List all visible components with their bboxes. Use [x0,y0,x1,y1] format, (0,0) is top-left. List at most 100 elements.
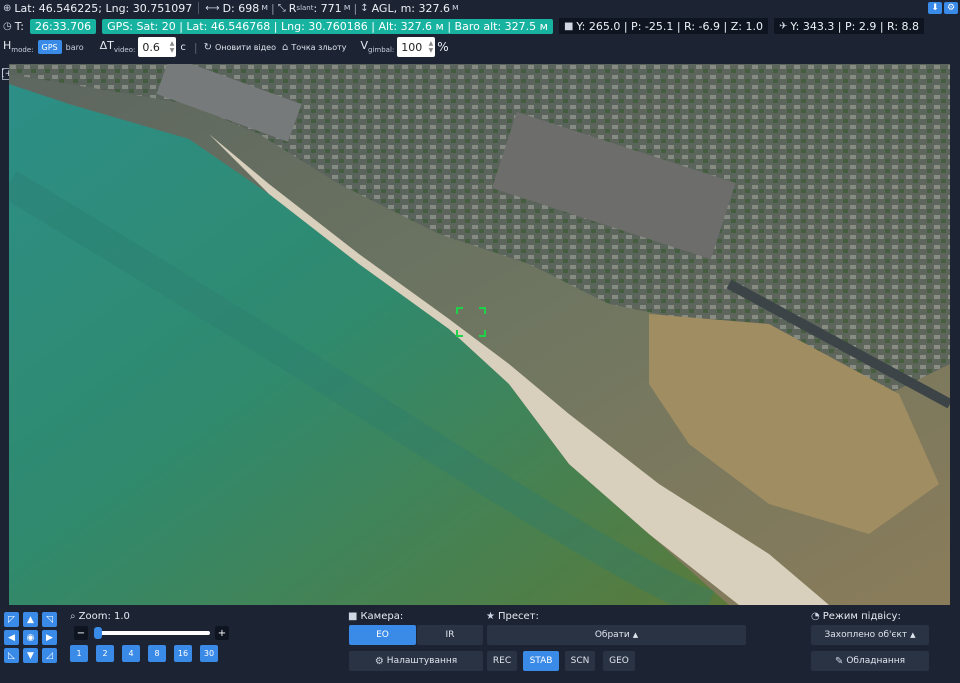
zoom-preset-2[interactable]: 2 [96,645,114,662]
caret-up-icon: ▲ [632,631,639,639]
time-readout: ◷ T: [0,19,27,33]
dpad-down-left[interactable]: ◺ [4,648,19,663]
refresh-icon: ↻ [203,41,212,53]
dt-video-sub: video: [113,46,136,55]
download-button[interactable]: ⬇ [928,2,942,14]
speedometer-icon: ◔ [811,611,820,622]
arrow-down-icon: ▼ [27,650,34,661]
gear-icon: ⚙ [374,655,384,667]
dpad-up-right[interactable]: ◹ [42,612,57,627]
camera-settings-button[interactable]: ⚙ Налаштування [349,651,483,671]
dpad-right[interactable]: ▶ [42,630,57,645]
zoom-preset-8[interactable]: 8 [148,645,166,662]
rec-button[interactable]: REC [487,651,517,671]
time-value-badge: 26:33.706 [29,18,97,34]
crosshair-icon: ⊕ [3,2,12,14]
camera-attitude-text: Y: 265.0 | P: -25.1 | R: -6.9 | Z: 1.0 [576,19,763,33]
dpad-up-left[interactable]: ◸ [4,612,19,627]
telemetry-row-status: ◷ T: 26:33.706 GPS: Sat: 20 | Lat: 46.54… [0,16,960,36]
download-icon: ⬇ [931,3,939,13]
telemetry-row-top: ⊕ Lat: 46.546225; Lng: 30.751097 ⟷ D: 69… [0,0,960,16]
h-mode-baro[interactable]: baro [62,40,88,54]
drone-coords-text: Lat: 46.546225; Lng: 30.751097 [14,1,193,15]
zoom-thumb[interactable] [94,627,102,639]
v-gimbal-value: 100 [401,40,423,54]
aerial-scene [9,64,950,605]
h-mode-label: Hmode: [3,39,34,54]
gps-status-badge: GPS: Sat: 20 | Lat: 46.546768 | Lng: 30.… [102,18,553,34]
divider: | [193,40,198,54]
dt-video-main: ΔT [99,39,114,53]
r-slant-unit: м [343,3,351,13]
divider [198,2,200,14]
aircraft-attitude: ✈ Y: 343.3 | P: 2.9 | R: 8.8 [773,18,925,34]
preset-select[interactable]: Обрати ▲ [487,625,746,645]
gimbal-mode-select[interactable]: Захоплено об'єкт ▲ [811,625,929,645]
zoom-label-text: Zoom: 1.0 [78,611,130,622]
distance-readout: ⟷ D: 698 м | ⤡ Rslant: 771 м | ↕ AGL, m:… [205,1,459,15]
controls-row: Hmode: GPS baro ΔTvideo: 0.6 ▲ ▼ с | ↻ Он… [0,36,960,58]
stab-button[interactable]: STAB [523,651,559,671]
zoom-preset-4[interactable]: 4 [122,645,140,662]
zoom-out-button[interactable]: − [74,626,88,640]
zoom-preset-1[interactable]: 1 [70,645,88,662]
h-mode-gps[interactable]: GPS [37,40,62,54]
refresh-video-button[interactable]: ↻ Оновити відео [204,42,276,53]
zoom-slider[interactable]: − + [74,626,230,640]
zoom-in-button[interactable]: + [215,626,229,640]
refresh-video-label: Оновити відео [214,42,276,52]
dt-video-input[interactable]: 0.6 ▲ ▼ [138,37,177,57]
equipment-label: Обладнання [846,656,906,666]
zoom-preset-30[interactable]: 30 [200,645,218,662]
agl-unit: м [451,3,459,13]
arrow-right-icon: ▶ [46,632,53,643]
dpad-left[interactable]: ◀ [4,630,19,645]
camera-section-label: ■ Камера: [348,611,403,622]
spinner-arrows-icon[interactable]: ▲ ▼ [429,40,434,54]
airplane-icon: ✈ [778,20,788,32]
diagonal-arrow-icon: ⤡ [277,2,286,14]
geo-button[interactable]: GEO [603,651,635,671]
time-label: T: [14,19,24,33]
takeoff-point-label: Точка зльоту [291,42,347,52]
magnifier-icon: ⌕ [70,611,76,622]
preset-label-text: Пресет: [497,611,539,622]
dt-video-value: 0.6 [142,40,160,54]
horizontal-arrows-icon: ⟷ [205,2,220,14]
preset-select-value: Обрати [594,630,630,640]
camera-attitude: ■ Y: 265.0 | P: -25.1 | R: -6.9 | Z: 1.0 [558,18,768,34]
zoom-preset-16[interactable]: 16 [174,645,192,662]
v-gimbal-input[interactable]: 100 ▲ ▼ [397,37,436,57]
dt-video-unit: с [180,41,186,53]
distance-text: D: 698 [222,1,260,15]
zoom-track[interactable] [94,631,210,635]
home-icon: ⌂ [281,41,289,53]
arrow-left-icon: ◀ [8,632,15,643]
clock-icon: ◷ [3,20,12,32]
h-mode-sub: mode: [11,46,34,55]
camera-mode-eo[interactable]: EO [349,625,416,645]
aerial-video-view[interactable] [9,64,950,605]
gimbal-mode-value: Захоплено об'єкт [824,630,908,640]
gear-icon: ⚙ [946,3,956,13]
spinner-arrows-icon[interactable]: ▲ ▼ [170,40,175,54]
equipment-button[interactable]: ✎ Обладнання [811,651,929,671]
gimbal-mode-label-text: Режим підвісу: [822,611,901,622]
scn-button[interactable]: SCN [565,651,595,671]
drone-coords: ⊕ Lat: 46.546225; Lng: 30.751097 [0,1,195,15]
camera-mode-ir[interactable]: IR [417,625,483,645]
star-icon: ★ [486,611,495,622]
takeoff-point-button[interactable]: ⌂ Точка зльоту [282,42,347,53]
dpad-down-right[interactable]: ◿ [42,648,57,663]
settings-button[interactable]: ⚙ [944,2,958,14]
camera-icon: ◉ [26,632,35,643]
dpad-up[interactable]: ▲ [23,612,38,627]
zoom-label: ⌕ Zoom: 1.0 [70,611,130,622]
dpad-center[interactable]: ◉ [23,630,38,645]
v-gimbal-sub: gimbal: [368,46,395,55]
dpad-down[interactable]: ▼ [23,648,38,663]
arrow-down-left-icon: ◺ [8,650,15,661]
gimbal-dpad: ◸ ▲ ◹ ◀ ◉ ▶ ◺ ▼ ◿ [4,612,58,664]
gimbal-mode-section-label: ◔ Режим підвісу: [811,611,901,622]
video-camera-icon: ■ [563,20,574,32]
